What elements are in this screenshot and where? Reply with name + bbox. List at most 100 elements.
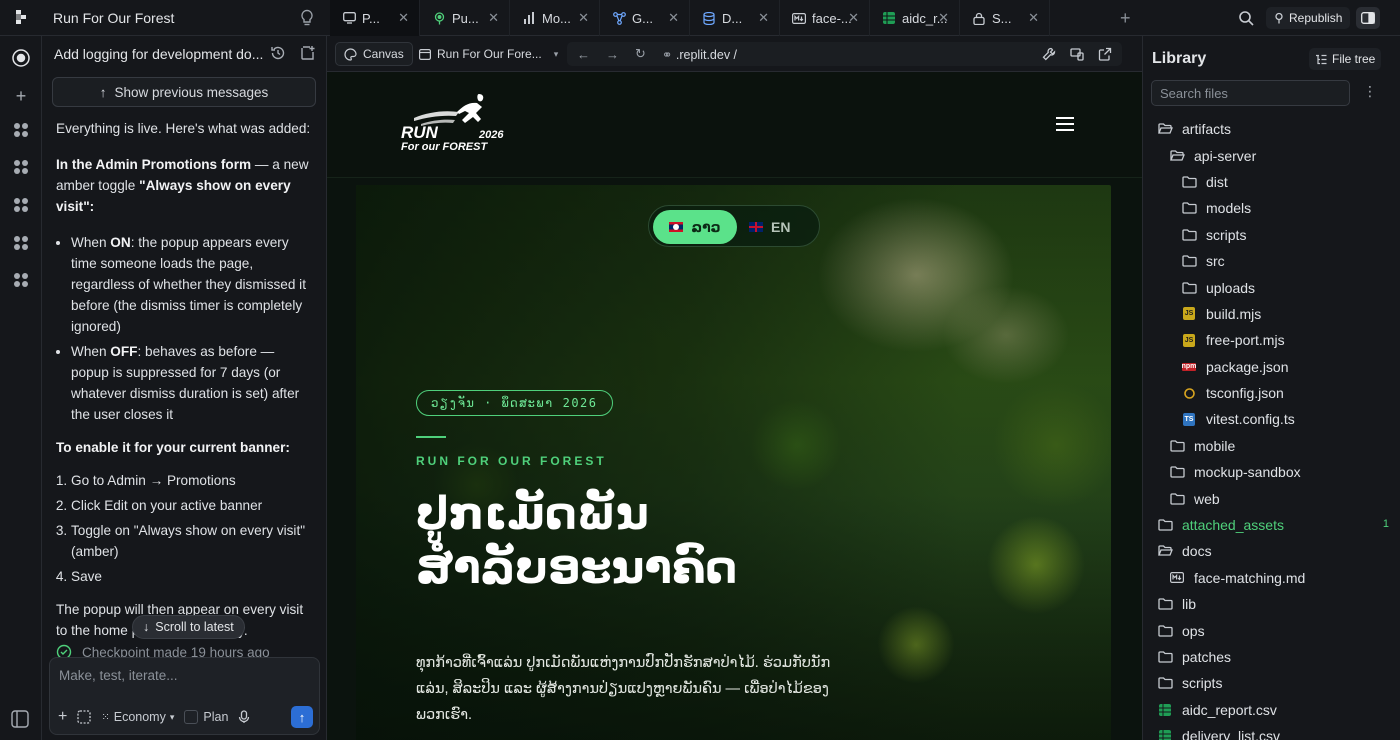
- palette-icon: [344, 47, 357, 61]
- tab-monitor[interactable]: P... ✕: [330, 0, 420, 36]
- tree-item[interactable]: face-matching.md: [1143, 565, 1400, 591]
- close-tab-icon[interactable]: ✕: [1028, 10, 1039, 26]
- close-tab-icon[interactable]: ✕: [668, 10, 679, 26]
- republish-button[interactable]: Republish: [1266, 7, 1351, 29]
- new-tab-button[interactable]: +: [1120, 8, 1131, 29]
- tree-item[interactable]: delivery_list.csv: [1143, 723, 1400, 740]
- close-tab-icon[interactable]: ✕: [578, 10, 589, 26]
- new-chat-icon[interactable]: [300, 45, 316, 61]
- agent-chat-panel: Add logging for development do... ↑ Show…: [42, 36, 327, 740]
- markdown-file-icon: [792, 11, 806, 25]
- rail-app-5[interactable]: [11, 270, 31, 290]
- more-options-icon[interactable]: ⋮: [1363, 83, 1377, 100]
- tree-item[interactable]: attached_assets 1: [1143, 512, 1400, 538]
- chat-header-actions: [270, 45, 316, 61]
- reload-icon[interactable]: ↻: [635, 46, 646, 62]
- tab-broadcast[interactable]: Pu... ✕: [420, 0, 510, 36]
- tree-item[interactable]: lib: [1143, 591, 1400, 617]
- language-switcher: ລາວ EN: [648, 205, 820, 247]
- search-icon[interactable]: [1238, 10, 1254, 26]
- tab-bar-chart[interactable]: Mo... ✕: [510, 0, 600, 36]
- project-title[interactable]: Run For Our Forest: [53, 10, 174, 26]
- rail-app-3[interactable]: [11, 195, 31, 215]
- canvas-button[interactable]: Canvas: [335, 42, 413, 66]
- lang-en-button[interactable]: EN: [749, 210, 813, 244]
- wrench-icon[interactable]: [1042, 47, 1056, 61]
- folder-open-icon: [1157, 122, 1173, 136]
- hero-banner: ລາວ EN ວຽງຈັນ · ພຶດສະພາ 2026 RUN FOR OUR…: [356, 185, 1111, 740]
- tree-item[interactable]: uploads: [1143, 274, 1400, 300]
- file-tree-button[interactable]: File tree: [1309, 48, 1382, 70]
- bullet-2-bold: OFF: [110, 344, 138, 359]
- tree-item[interactable]: src: [1143, 248, 1400, 274]
- tree-item[interactable]: artifacts: [1143, 116, 1400, 142]
- chat-input-box: + ⁙Economy▾ Plan ↑: [49, 657, 320, 735]
- page-selector[interactable]: Run For Our Fore... ▾: [419, 42, 559, 66]
- agent-rail-button[interactable]: [11, 48, 31, 68]
- devices-icon[interactable]: [1070, 47, 1084, 61]
- tab-database[interactable]: D... ✕: [690, 0, 780, 36]
- chat-title[interactable]: Add logging for development do...: [54, 46, 264, 62]
- mode-selector[interactable]: ⁙ Economy ▾: [101, 710, 174, 724]
- close-tab-icon[interactable]: ✕: [758, 10, 769, 26]
- tree-item[interactable]: npm package.json: [1143, 354, 1400, 380]
- hamburger-menu-icon[interactable]: [1056, 116, 1074, 132]
- external-link-icon[interactable]: [1098, 47, 1112, 61]
- close-tab-icon[interactable]: ✕: [488, 10, 499, 26]
- plan-toggle[interactable]: Plan: [184, 710, 228, 724]
- tree-item[interactable]: mobile: [1143, 433, 1400, 459]
- panel-toggle-button[interactable]: [1356, 7, 1380, 29]
- tree-item[interactable]: dist: [1143, 169, 1400, 195]
- tree-item[interactable]: TS vitest.config.ts: [1143, 406, 1400, 432]
- rail-app-4[interactable]: [11, 233, 31, 253]
- send-button[interactable]: ↑: [291, 706, 313, 728]
- show-previous-messages-button[interactable]: ↑ Show previous messages: [52, 77, 316, 107]
- microphone-icon[interactable]: [238, 710, 250, 724]
- lightbulb-icon[interactable]: [299, 9, 315, 27]
- attach-plus-icon[interactable]: +: [58, 708, 67, 726]
- tree-item-label: web: [1194, 490, 1220, 507]
- tree-item[interactable]: web: [1143, 485, 1400, 511]
- tree-item-label: mobile: [1194, 437, 1236, 454]
- back-icon[interactable]: ←: [577, 47, 590, 62]
- tab-markdown-file[interactable]: face-... ✕: [780, 0, 870, 36]
- close-tab-icon[interactable]: ✕: [398, 10, 409, 26]
- tree-item-label: artifacts: [1182, 121, 1232, 138]
- tree-item[interactable]: api-server: [1143, 142, 1400, 168]
- forward-icon[interactable]: →: [606, 47, 619, 62]
- tree-item[interactable]: aidc_report.csv: [1143, 697, 1400, 723]
- tree-item[interactable]: ops: [1143, 617, 1400, 643]
- tab-lock[interactable]: S... ✕: [960, 0, 1050, 36]
- tree-item[interactable]: JS free-port.mjs: [1143, 327, 1400, 353]
- search-files-input[interactable]: [1151, 80, 1350, 106]
- replit-logo-icon[interactable]: [14, 10, 28, 24]
- apps-grid-icon: [14, 273, 28, 287]
- address-bar: ← → ↻ ⚭ .replit.dev /: [567, 42, 1122, 66]
- lang-lao-button[interactable]: ລາວ: [653, 210, 737, 244]
- scroll-to-latest-button[interactable]: ↓ Scroll to latest: [132, 615, 245, 639]
- rail-app-1[interactable]: [11, 120, 31, 140]
- history-icon[interactable]: [270, 45, 286, 61]
- tree-item[interactable]: mockup-sandbox: [1143, 459, 1400, 485]
- tab-graph-nodes[interactable]: G... ✕: [600, 0, 690, 36]
- tree-item[interactable]: scripts: [1143, 222, 1400, 248]
- tree-item[interactable]: models: [1143, 195, 1400, 221]
- tab-label: face-...: [812, 10, 852, 26]
- tree-item[interactable]: tsconfig.json: [1143, 380, 1400, 406]
- run-for-our-forest-logo[interactable]: RUN 2026 For our FOREST: [399, 92, 524, 154]
- tree-item[interactable]: docs: [1143, 538, 1400, 564]
- select-element-icon[interactable]: [77, 710, 91, 724]
- url-text[interactable]: ⚭ .replit.dev /: [662, 47, 737, 62]
- chat-input[interactable]: [59, 668, 309, 683]
- tree-item[interactable]: JS build.mjs: [1143, 301, 1400, 327]
- tree-item[interactable]: scripts: [1143, 670, 1400, 696]
- close-tab-icon[interactable]: ✕: [938, 10, 949, 26]
- list-item: When ON: the popup appears every time so…: [71, 232, 314, 337]
- tree-item[interactable]: patches: [1143, 644, 1400, 670]
- new-rail-button[interactable]: +: [11, 86, 31, 106]
- sidebar-collapse-icon[interactable]: [11, 710, 29, 728]
- agent-icon: [12, 49, 30, 67]
- tab-spreadsheet[interactable]: aidc_r... ✕: [870, 0, 960, 36]
- close-tab-icon[interactable]: ✕: [848, 10, 859, 26]
- rail-app-2[interactable]: [11, 157, 31, 177]
